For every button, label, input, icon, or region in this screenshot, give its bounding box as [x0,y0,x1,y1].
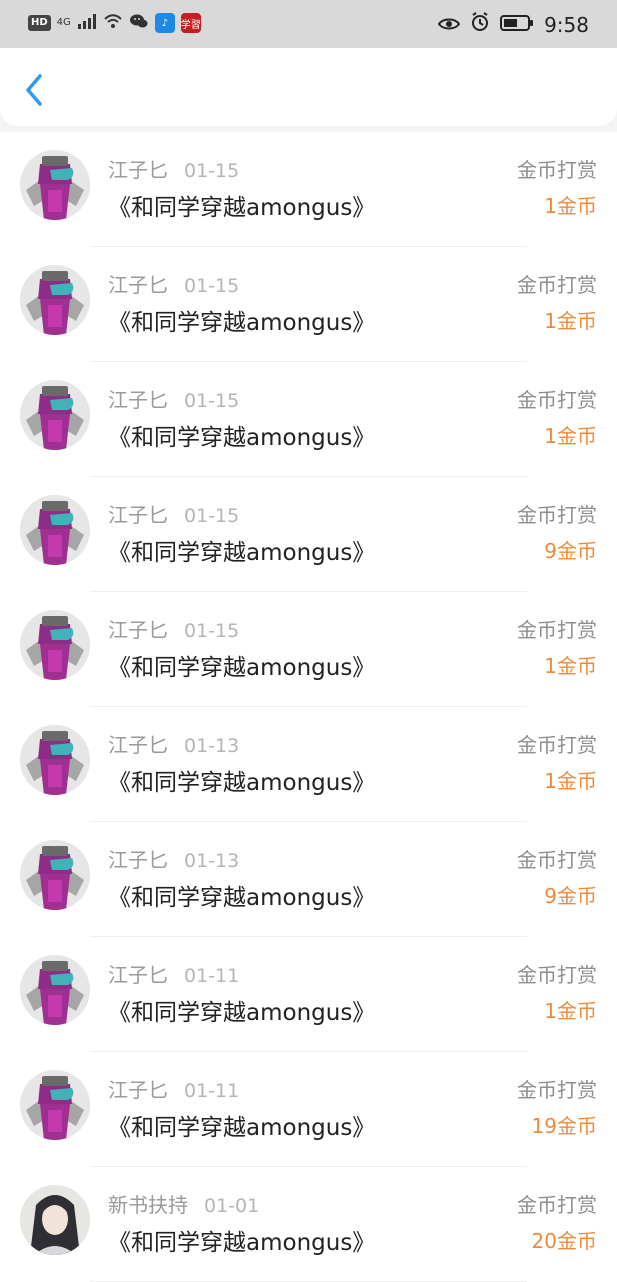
sender-name-text: 新书扶持 [108,1193,188,1217]
sender-name: 江子匕 01-13 [108,729,239,758]
reward-list: 江子匕 01-15 《和同学穿越amongus》 金币打赏 1金币 江子匕 01-15 《和同… [0,132,617,1282]
reward-date: 01-15 [184,275,240,297]
list-item[interactable]: 江子匕 01-15 《和同学穿越amongus》 金币打赏 1金币 [0,362,617,477]
sender-name: 江子匕 01-11 [108,1074,239,1103]
reward-type: 金币打赏 [517,273,597,297]
reward-amount: 19金币 [531,1114,597,1138]
reward-type: 金币打赏 [517,158,597,182]
book-title[interactable]: 《和同学穿越amongus》 [108,303,375,337]
reward-amount: 1金币 [544,309,597,333]
study-app-icon: 学習 [180,13,201,33]
reward-type: 金币打赏 [517,618,597,642]
avatar[interactable] [20,150,90,220]
eye-icon [437,13,461,37]
sender-name: 新书扶持 01-01 [108,1189,259,1218]
list-item[interactable]: 江子匕 01-15 《和同学穿越amongus》 金币打赏 1金币 [0,132,617,247]
sender-name: 江子匕 01-13 [108,844,239,873]
avatar[interactable] [20,1070,90,1140]
sender-name-text: 江子匕 [108,158,168,182]
avatar[interactable] [20,725,90,795]
reward-amount: 9金币 [544,539,597,563]
status-left: HD 4G ♪ 学習 [28,12,201,34]
sender-name: 江子匕 01-11 [108,959,239,988]
list-item[interactable]: 江子匕 01-13 《和同学穿越amongus》 金币打赏 1金币 [0,707,617,822]
reward-date: 01-15 [184,390,240,412]
book-title[interactable]: 《和同学穿越amongus》 [108,763,375,797]
avatar[interactable] [20,955,90,1025]
reward-date: 01-11 [184,1080,240,1102]
status-right: 9:58 [437,12,589,37]
sender-name-text: 江子匕 [108,1078,168,1102]
avatar[interactable] [20,380,90,450]
reward-type: 金币打赏 [517,1193,597,1217]
reward-amount: 9金币 [544,884,597,908]
sender-name-text: 江子匕 [108,618,168,642]
list-item[interactable]: 江子匕 01-15 《和同学穿越amongus》 金币打赏 9金币 [0,477,617,592]
chevron-left-icon [26,74,42,106]
book-title[interactable]: 《和同学穿越amongus》 [108,648,375,682]
book-title[interactable]: 《和同学穿越amongus》 [108,993,375,1027]
status-bar: HD 4G ♪ 学習 9:58 [0,0,617,48]
reward-amount: 1金币 [544,999,597,1023]
sender-name: 江子匕 01-15 [108,154,239,183]
reward-date: 01-15 [184,160,240,182]
book-title[interactable]: 《和同学穿越amongus》 [108,418,375,452]
avatar[interactable] [20,265,90,335]
avatar[interactable] [20,840,90,910]
book-title[interactable]: 《和同学穿越amongus》 [108,188,375,222]
book-title[interactable]: 《和同学穿越amongus》 [108,878,375,912]
signal-icon [77,12,97,34]
reward-type: 金币打赏 [517,963,597,987]
sender-name: 江子匕 01-15 [108,269,239,298]
book-title[interactable]: 《和同学穿越amongus》 [108,1108,375,1142]
battery-icon [500,13,534,37]
wifi-icon [103,12,123,34]
top-nav-bar [0,48,617,126]
reward-date: 01-15 [184,505,240,527]
list-item[interactable]: 江子匕 01-11 《和同学穿越amongus》 金币打赏 19金币 [0,1052,617,1167]
back-button[interactable] [18,70,52,110]
list-item[interactable]: 江子匕 01-15 《和同学穿越amongus》 金币打赏 1金币 [0,592,617,707]
avatar[interactable] [20,610,90,680]
reward-type: 金币打赏 [517,733,597,757]
book-title[interactable]: 《和同学穿越amongus》 [108,1223,375,1257]
reward-type: 金币打赏 [517,388,597,412]
avatar[interactable] [20,495,90,565]
reward-amount: 20金币 [531,1229,597,1253]
sender-name: 江子匕 01-15 [108,614,239,643]
reward-type: 金币打赏 [517,1078,597,1102]
sender-name-text: 江子匕 [108,733,168,757]
sender-name-text: 江子匕 [108,388,168,412]
clock-time: 9:58 [544,12,589,37]
sender-name-text: 江子匕 [108,273,168,297]
list-item[interactable]: 新书扶持 01-01 《和同学穿越amongus》 金币打赏 20金币 [0,1167,617,1282]
list-item[interactable]: 江子匕 01-15 《和同学穿越amongus》 金币打赏 1金币 [0,247,617,362]
list-item[interactable]: 江子匕 01-11 《和同学穿越amongus》 金币打赏 1金币 [0,937,617,1052]
avatar[interactable] [20,1185,90,1255]
reward-date: 01-01 [204,1195,260,1217]
book-title[interactable]: 《和同学穿越amongus》 [108,533,375,567]
sender-name-text: 江子匕 [108,848,168,872]
music-app-icon: ♪ [154,13,175,33]
reward-amount: 1金币 [544,769,597,793]
reward-type: 金币打赏 [517,848,597,872]
sender-name-text: 江子匕 [108,503,168,527]
reward-date: 01-11 [184,965,240,987]
reward-type: 金币打赏 [517,503,597,527]
reward-amount: 1金币 [544,654,597,678]
network-type: 4G [56,17,71,28]
sender-name-text: 江子匕 [108,963,168,987]
reward-date: 01-13 [184,735,240,757]
sender-name: 江子匕 01-15 [108,499,239,528]
reward-date: 01-15 [184,620,240,642]
reward-date: 01-13 [184,850,240,872]
alarm-icon [470,12,490,37]
sender-name: 江子匕 01-15 [108,384,239,413]
reward-amount: 1金币 [544,424,597,448]
wechat-icon [129,12,149,34]
hd-badge: HD [28,15,51,31]
reward-amount: 1金币 [544,194,597,218]
list-item[interactable]: 江子匕 01-13 《和同学穿越amongus》 金币打赏 9金币 [0,822,617,937]
